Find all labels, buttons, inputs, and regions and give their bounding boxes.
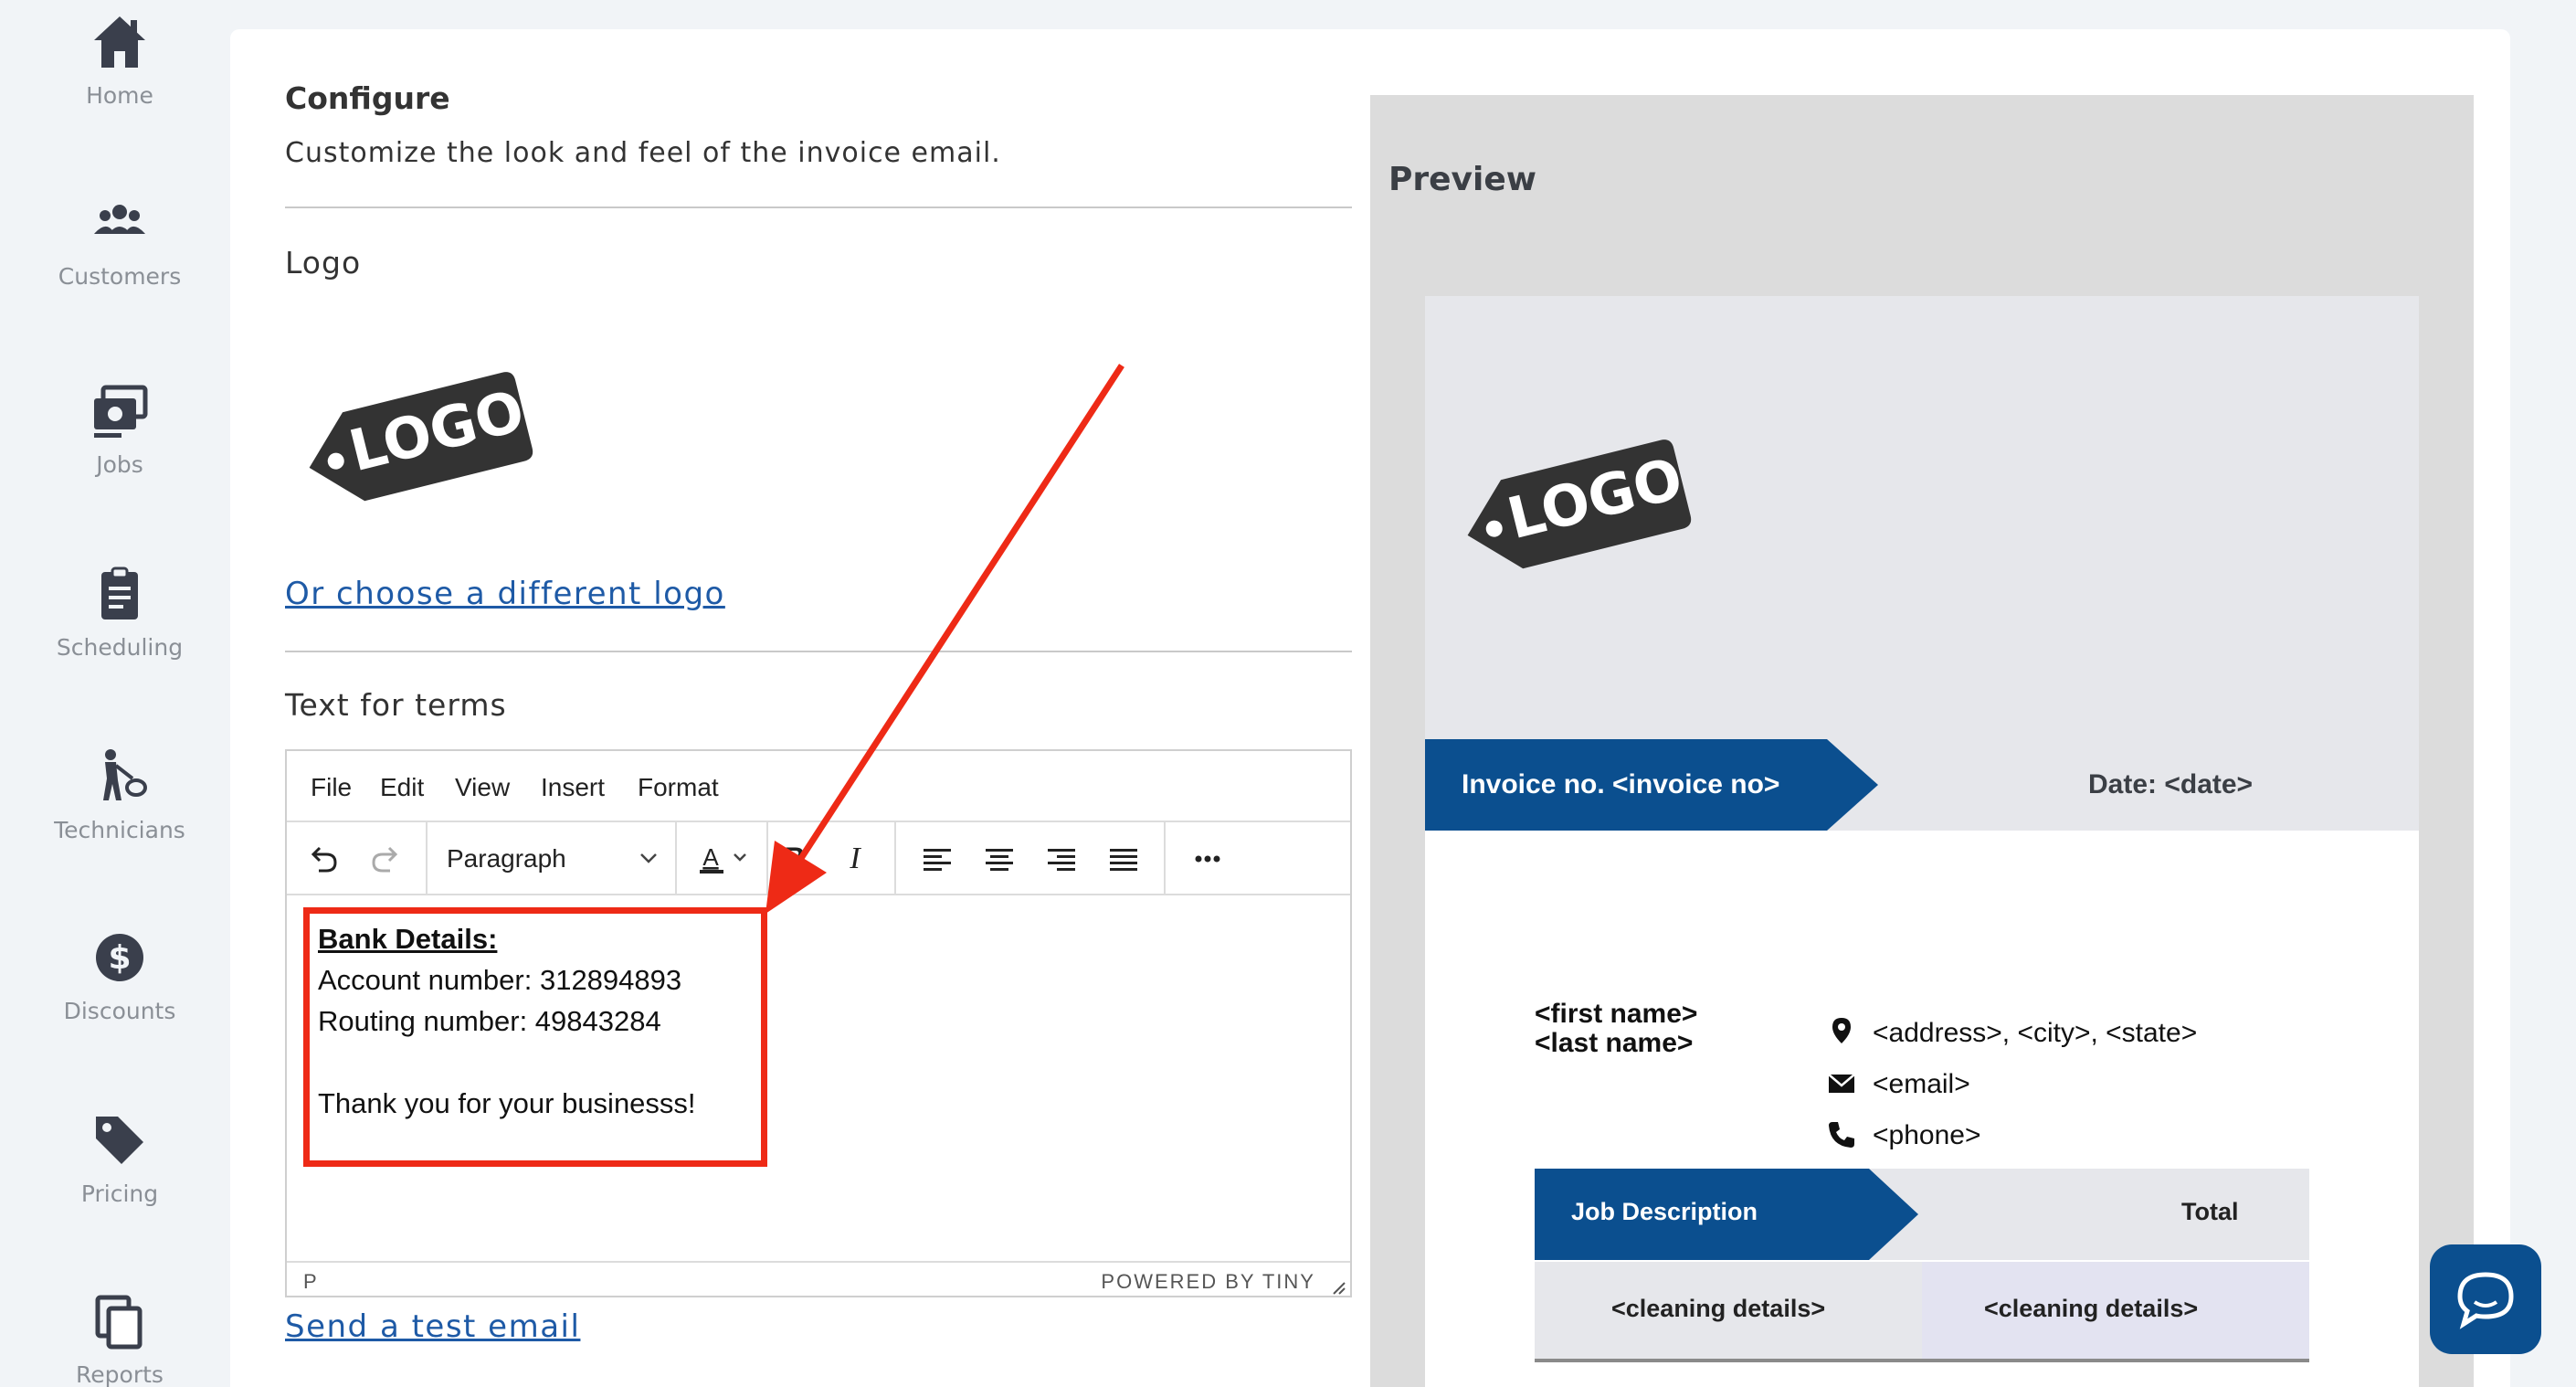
sidebar: Home Customers Jobs Scheduling Technicia…	[0, 0, 230, 1387]
text-color-icon: A	[700, 843, 746, 873]
chat-bubble-icon	[2457, 1272, 2514, 1329]
sidebar-item-label: Jobs	[96, 451, 143, 478]
phone-icon	[1829, 1122, 1854, 1148]
undo-button[interactable]	[300, 835, 347, 883]
editor-statusbar: P POWERED BY TINY	[287, 1261, 1350, 1297]
align-left-button[interactable]	[913, 835, 961, 883]
menu-view[interactable]: View	[455, 773, 510, 802]
more-icon	[1195, 855, 1220, 863]
sidebar-item-jobs[interactable]: Jobs	[0, 382, 239, 478]
divider	[285, 206, 1352, 208]
copy-icon	[90, 1292, 149, 1350]
preview-title: Preview	[1388, 161, 1537, 198]
undo-icon	[311, 846, 337, 873]
customers-icon	[90, 194, 149, 252]
sidebar-item-label: Home	[86, 82, 153, 109]
job-description-header: Job Description	[1571, 1198, 1758, 1225]
customer-first-name: <first name>	[1535, 999, 1698, 1029]
sidebar-item-pricing[interactable]: Pricing	[0, 1111, 239, 1207]
chat-button[interactable]	[2430, 1244, 2541, 1354]
block-format-value: Paragraph	[447, 844, 566, 873]
invoice-number: Invoice no. <invoice no>	[1462, 769, 1780, 799]
editor-menubar: File Edit View Insert Format	[287, 751, 1350, 822]
italic-button[interactable]: I	[831, 835, 879, 883]
sidebar-item-label: Discounts	[63, 998, 176, 1024]
preview-panel: Preview LOGO Invoice no. <invoice no> Da…	[1370, 95, 2474, 1387]
customer-phone: <phone>	[1873, 1120, 1981, 1150]
sidebar-item-scheduling[interactable]: Scheduling	[0, 565, 239, 661]
toolbar-separator	[426, 822, 428, 895]
align-justify-button[interactable]	[1100, 835, 1147, 883]
powered-by-tiny[interactable]: POWERED BY TINY	[1101, 1270, 1315, 1294]
toolbar-separator	[675, 822, 677, 895]
dollar-icon: $	[90, 928, 149, 987]
clipboard-icon	[90, 565, 149, 623]
divider	[285, 651, 1352, 652]
align-justify-icon	[1110, 849, 1137, 871]
customer-last-name: <last name>	[1535, 1028, 1694, 1058]
bold-button[interactable]: B	[771, 835, 818, 883]
svg-text:I: I	[849, 842, 861, 875]
page-title: Configure	[285, 80, 450, 116]
job-row-description: <cleaning details>	[1611, 1295, 1826, 1322]
sidebar-item-label: Technicians	[54, 817, 185, 843]
send-test-email-link[interactable]: Send a test email	[285, 1308, 580, 1345]
align-center-button[interactable]	[976, 835, 1023, 883]
location-pin-icon	[1832, 1018, 1851, 1043]
sidebar-item-home[interactable]: Home	[0, 13, 239, 109]
jobs-icon	[90, 382, 149, 440]
terms-label: Text for terms	[285, 687, 507, 723]
home-icon	[90, 13, 149, 71]
envelope-icon	[1828, 1074, 1855, 1093]
redo-icon	[372, 846, 398, 873]
resize-handle-icon[interactable]	[1328, 1277, 1346, 1296]
job-row-total: <cleaning details>	[1984, 1295, 2199, 1322]
customer-address: <address>, <city>, <state>	[1873, 1018, 2198, 1048]
menu-insert[interactable]: Insert	[541, 773, 605, 802]
sidebar-item-label: Customers	[58, 263, 182, 290]
tag-icon	[90, 1111, 149, 1170]
sidebar-item-discounts[interactable]: $ Discounts	[0, 928, 239, 1024]
align-center-icon	[986, 849, 1013, 871]
job-table: Job Description Total <cleaning details>…	[1535, 1169, 2309, 1362]
svg-text:$: $	[108, 939, 131, 977]
toolbar-separator	[894, 822, 896, 895]
menu-file[interactable]: File	[311, 773, 352, 802]
choose-logo-link[interactable]: Or choose a different logo	[285, 576, 725, 612]
bold-icon: B	[784, 842, 805, 874]
sidebar-item-label: Pricing	[80, 1181, 159, 1207]
sidebar-item-technicians[interactable]: Technicians	[0, 747, 239, 843]
email-preview: LOGO Invoice no. <invoice no> Date: <dat…	[1425, 296, 2419, 1387]
align-left-icon	[924, 849, 951, 871]
sidebar-item-label: Scheduling	[56, 634, 184, 661]
customer-email: <email>	[1873, 1069, 1970, 1099]
toolbar-separator	[1164, 822, 1166, 895]
invoice-date: Date: <date>	[2088, 769, 2254, 799]
sidebar-item-reports[interactable]: Reports	[0, 1292, 239, 1387]
preview-logo-image: LOGO	[1467, 439, 1692, 569]
annotation-highlight-box	[303, 907, 767, 1167]
text-color-button[interactable]: A	[689, 835, 762, 883]
menu-edit[interactable]: Edit	[380, 773, 424, 802]
editor-toolbar: Paragraph A B I	[287, 822, 1350, 895]
sidebar-item-label: Reports	[76, 1361, 164, 1387]
block-format-select[interactable]: Paragraph	[428, 822, 675, 895]
logo-label: Logo	[285, 245, 362, 281]
svg-text:A: A	[702, 843, 719, 871]
page-subtitle: Customize the look and feel of the invoi…	[285, 137, 1001, 169]
align-right-icon	[1048, 849, 1075, 871]
toolbar-separator	[766, 822, 768, 895]
sidebar-item-customers[interactable]: Customers	[0, 194, 239, 290]
menu-format[interactable]: Format	[638, 773, 719, 802]
italic-icon: I	[849, 842, 861, 875]
more-button[interactable]	[1184, 835, 1231, 883]
svg-text:B: B	[784, 842, 805, 874]
technician-icon	[90, 747, 149, 806]
align-right-button[interactable]	[1038, 835, 1085, 883]
logo-image: LOGO	[309, 372, 533, 502]
total-header: Total	[2181, 1198, 2239, 1225]
redo-button[interactable]	[362, 835, 409, 883]
chevron-down-icon	[640, 853, 657, 863]
element-path[interactable]: P	[303, 1270, 317, 1294]
